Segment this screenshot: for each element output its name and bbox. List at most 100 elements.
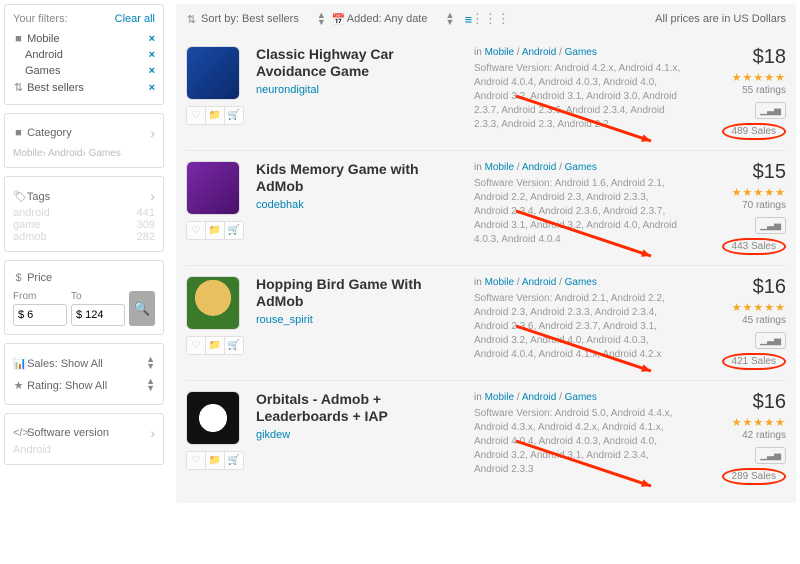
bc-games[interactable]: Games	[565, 277, 597, 288]
bc-android[interactable]: Android	[522, 392, 556, 403]
cart-button[interactable]: 🛒	[224, 222, 243, 239]
sort-by-select[interactable]: ⇅Sort by: Best sellers▲▼	[186, 12, 326, 26]
updown-icon: ▲▼	[445, 12, 454, 26]
item-author-link[interactable]: rouse_spirit	[256, 314, 313, 326]
item-thumbnail[interactable]	[186, 276, 240, 330]
added-date-select[interactable]: 📅Added: Any date▲▼	[332, 12, 455, 26]
filter-row-bestsellers: ⇅ Best sellers×	[13, 79, 155, 96]
item-sales-count: 443 Sales	[722, 238, 786, 255]
sales-rating-panel: 📊 Sales: Show All▲▼ ★ Rating: Show All▲▼	[4, 343, 164, 405]
item-star-rating: ★★★★★	[696, 416, 786, 429]
item-breadcrumb: in Mobile / Android / Games	[474, 46, 684, 60]
item-actions: ♡ 📁 🛒	[186, 106, 244, 125]
cart-button[interactable]: 🛒	[224, 337, 243, 354]
sales-select[interactable]: 📊 Sales: Show All▲▼	[13, 352, 155, 374]
software-version-panel: </> Software version› Android	[4, 413, 164, 465]
favorite-button[interactable]: ♡	[187, 222, 205, 239]
grid-icon: ⋮⋮⋮	[471, 11, 510, 27]
price-search-button[interactable]: 🔍	[129, 291, 155, 326]
collection-button[interactable]: 📁	[205, 222, 224, 239]
bc-mobile[interactable]: Mobile	[485, 162, 514, 173]
favorite-button[interactable]: ♡	[187, 107, 205, 124]
item-actions: ♡ 📁 🛒	[186, 451, 244, 470]
bc-mobile[interactable]: Mobile	[485, 277, 514, 288]
item-sales-count: 421 Sales	[722, 353, 786, 370]
your-filters-label: Your filters:	[13, 13, 68, 25]
software-android[interactable]: Android	[13, 444, 155, 456]
collection-button[interactable]: 📁	[205, 337, 224, 354]
tag-game[interactable]: game309	[13, 219, 155, 231]
tag-icon: 🏷	[13, 190, 24, 203]
cart-button[interactable]: 🛒	[224, 107, 243, 124]
folder-icon: ■	[13, 127, 24, 139]
bc-mobile[interactable]: Mobile	[485, 392, 514, 403]
view-grid-button[interactable]: ⋮⋮⋮	[482, 12, 498, 26]
item-software-versions: Software Version: Android 4.2.x, Android…	[474, 62, 684, 132]
category-breadcrumb: Mobile› Android› Games	[13, 148, 155, 159]
item-actions: ♡ 📁 🛒	[186, 221, 244, 240]
rating-select[interactable]: ★ Rating: Show All▲▼	[13, 374, 155, 396]
active-filters-panel: Your filters: Clear all ■ Mobile× Androi…	[4, 4, 164, 105]
clear-all-link[interactable]: Clear all	[115, 13, 155, 25]
item-author-link[interactable]: gikdew	[256, 429, 290, 441]
list-item: ♡ 📁 🛒 Kids Memory Game with AdMob codebh…	[186, 150, 786, 265]
item-title[interactable]: Orbitals - Admob + Leaderboards + IAP	[256, 391, 462, 425]
cart-button[interactable]: 🛒	[224, 452, 243, 469]
bc-mobile[interactable]: Mobile	[485, 47, 514, 58]
item-ratings-count: 45 ratings	[696, 315, 786, 326]
price-to-input[interactable]	[71, 304, 125, 326]
bc-games[interactable]: Games	[565, 47, 597, 58]
item-price: $16	[696, 276, 786, 299]
search-icon: 🔍	[134, 301, 151, 316]
remove-filter-android[interactable]: ×	[149, 49, 155, 61]
item-author-link[interactable]: neurondigital	[256, 84, 319, 96]
item-sales-count: 489 Sales	[722, 123, 786, 140]
remove-filter-games[interactable]: ×	[149, 65, 155, 77]
item-title[interactable]: Kids Memory Game with AdMob	[256, 161, 462, 195]
item-price: $16	[696, 391, 786, 414]
bc-android[interactable]: Android	[522, 277, 556, 288]
item-thumbnail[interactable]	[186, 391, 240, 445]
item-title[interactable]: Hopping Bird Game With AdMob	[256, 276, 462, 310]
sales-chart-icon[interactable]: ▁▃▅	[755, 332, 786, 349]
category-toggle[interactable]: ■ Category›	[13, 122, 155, 144]
item-price: $18	[696, 46, 786, 69]
list-item: ♡ 📁 🛒 Hopping Bird Game With AdMob rouse…	[186, 265, 786, 380]
software-toggle[interactable]: </> Software version›	[13, 422, 155, 444]
item-thumbnail[interactable]	[186, 161, 240, 215]
tags-toggle[interactable]: 🏷 Tags›	[13, 185, 155, 207]
collection-button[interactable]: 📁	[205, 452, 224, 469]
item-sales-count: 289 Sales	[722, 468, 786, 485]
sales-chart-icon[interactable]: ▁▃▅	[755, 447, 786, 464]
bc-android[interactable]: Android	[522, 47, 556, 58]
sales-chart-icon[interactable]: ▁▃▅	[755, 102, 786, 119]
item-breadcrumb: in Mobile / Android / Games	[474, 391, 684, 405]
item-software-versions: Software Version: Android 2.1, Android 2…	[474, 292, 684, 362]
bc-games[interactable]: Games	[565, 162, 597, 173]
filter-row-games: Games×	[13, 63, 155, 79]
tag-admob[interactable]: admob282	[13, 231, 155, 243]
item-price: $15	[696, 161, 786, 184]
item-thumbnail[interactable]	[186, 46, 240, 100]
bc-games[interactable]: Games	[565, 392, 597, 403]
category-panel: ■ Category› Mobile› Android› Games	[4, 113, 164, 168]
remove-filter-mobile[interactable]: ×	[149, 33, 155, 45]
item-title[interactable]: Classic Highway Car Avoidance Game	[256, 46, 462, 80]
item-star-rating: ★★★★★	[696, 71, 786, 84]
price-from-label: From	[13, 291, 67, 302]
list-item: ♡ 📁 🛒 Orbitals - Admob + Leaderboards + …	[186, 380, 786, 495]
chart-icon: 📊	[13, 357, 24, 370]
favorite-button[interactable]: ♡	[187, 337, 205, 354]
tag-android[interactable]: android441	[13, 207, 155, 219]
star-icon: ★	[13, 379, 24, 392]
collection-button[interactable]: 📁	[205, 107, 224, 124]
item-breadcrumb: in Mobile / Android / Games	[474, 161, 684, 175]
price-from-input[interactable]	[13, 304, 67, 326]
item-author-link[interactable]: codebhak	[256, 199, 304, 211]
tags-panel: 🏷 Tags› android441 game309 admob282	[4, 176, 164, 252]
item-star-rating: ★★★★★	[696, 186, 786, 199]
bc-android[interactable]: Android	[522, 162, 556, 173]
remove-filter-bestsellers[interactable]: ×	[149, 82, 155, 94]
sales-chart-icon[interactable]: ▁▃▅	[755, 217, 786, 234]
favorite-button[interactable]: ♡	[187, 452, 205, 469]
